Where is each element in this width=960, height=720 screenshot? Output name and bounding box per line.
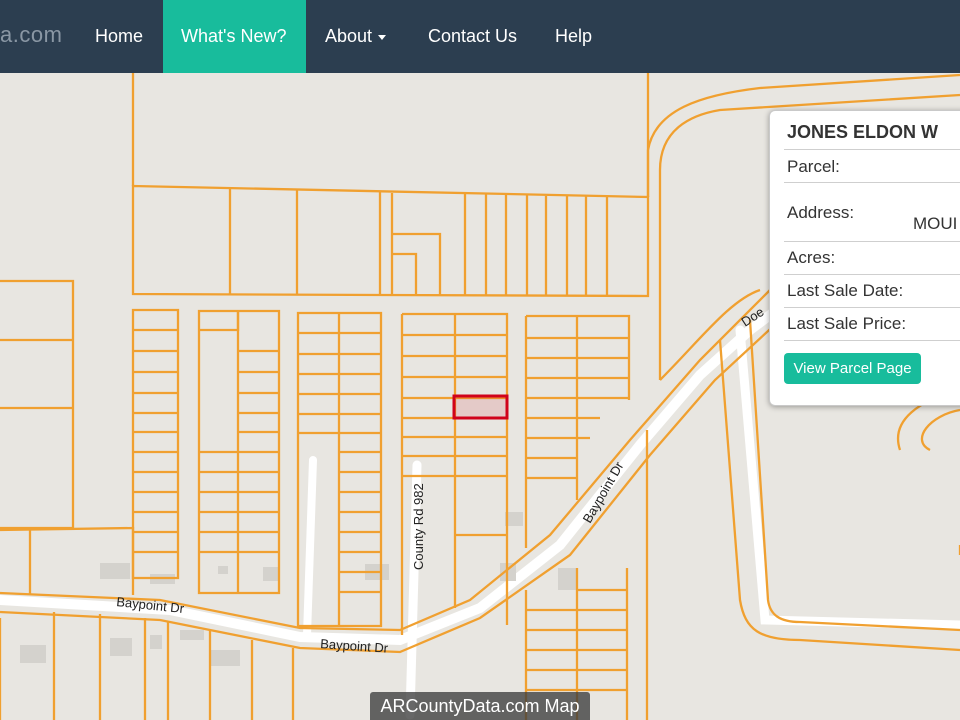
selected-parcel[interactable]: [452, 394, 509, 420]
last-sale-date-label: Last Sale Date:: [787, 281, 904, 300]
address-value: MOUI: [913, 214, 958, 233]
view-parcel-page-button[interactable]: View Parcel Page: [784, 353, 921, 384]
owner-name: JONES ELDON W: [787, 122, 939, 142]
popup-divider: [784, 149, 960, 150]
popup-divider: [784, 241, 960, 242]
brand-logo[interactable]: a.com: [0, 22, 62, 48]
navbar: a.com Home What's New? About Contact Us …: [0, 0, 960, 73]
popup-divider: [784, 340, 960, 341]
nav-contact-us[interactable]: Contact Us: [410, 0, 535, 73]
caret-down-icon: [378, 34, 387, 40]
last-sale-price-label: Last Sale Price:: [787, 314, 907, 333]
nav-help[interactable]: Help: [537, 0, 610, 73]
acres-label: Acres:: [787, 248, 836, 267]
street-label: County Rd 982: [411, 483, 426, 570]
nav-home[interactable]: Home: [77, 0, 161, 73]
popup-divider: [784, 182, 960, 183]
map-attribution: ARCountyData.com Map: [370, 692, 590, 720]
nav-about-label: About: [325, 26, 373, 46]
popup-divider: [784, 307, 960, 308]
parcel-popup: JONES ELDON W Parcel: Address: MOUI Acre…: [769, 110, 960, 406]
parcel-label: Parcel:: [787, 157, 840, 176]
popup-divider: [784, 274, 960, 275]
nav-about[interactable]: About: [307, 0, 404, 73]
nav-whats-new[interactable]: What's New?: [163, 0, 306, 73]
